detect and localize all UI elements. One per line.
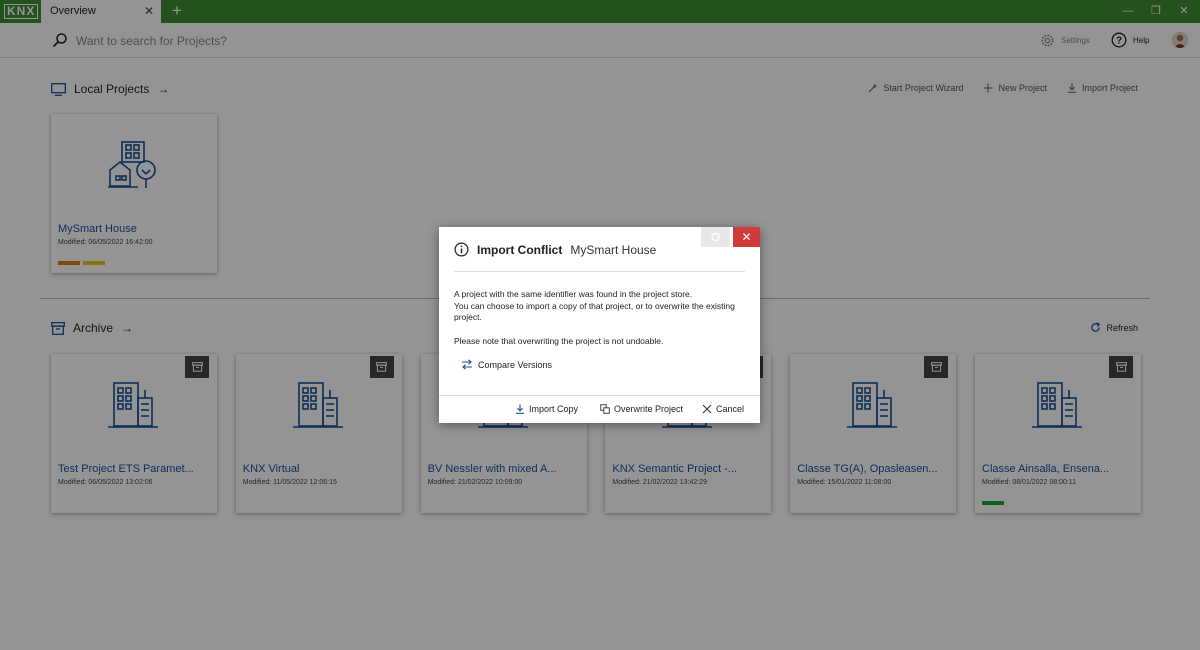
swap-arrows-icon	[462, 359, 472, 370]
dialog-message: A project with the same identifier was f…	[454, 289, 749, 324]
import-copy-button[interactable]: Import Copy	[515, 404, 578, 414]
overwrite-project-label: Overwrite Project	[614, 404, 684, 414]
dialog-restore-button[interactable]	[701, 227, 730, 247]
close-icon	[702, 404, 712, 414]
overwrite-project-button[interactable]: Overwrite Project	[600, 404, 683, 414]
dialog-line-1: A project with the same identifier was f…	[454, 289, 693, 299]
dialog-close-button[interactable]: ✕	[733, 227, 760, 247]
cancel-button[interactable]: Cancel	[702, 404, 744, 414]
download-icon	[516, 404, 524, 414]
dialog-project-name: MySmart House	[570, 242, 657, 257]
compare-versions-label: Compare Versions	[478, 359, 553, 370]
dialog-header: Import Conflict MySmart House	[454, 242, 656, 257]
import-conflict-dialog: ✕ Import Conflict MySmart House A projec…	[439, 227, 760, 423]
dialog-divider	[454, 271, 745, 272]
dialog-title: Import Conflict	[477, 242, 563, 257]
import-copy-label: Import Copy	[529, 404, 579, 414]
dialog-footer: Import Copy Overwrite Project Cancel	[439, 395, 760, 423]
dialog-note: Please note that overwriting the project…	[454, 336, 664, 346]
circle-icon	[711, 232, 720, 242]
info-icon	[454, 242, 469, 257]
compare-versions-button[interactable]: Compare Versions	[461, 359, 552, 370]
overwrite-icon	[600, 404, 610, 414]
dialog-line-2: You can choose to import a copy of that …	[454, 300, 735, 323]
cancel-label: Cancel	[716, 404, 745, 414]
